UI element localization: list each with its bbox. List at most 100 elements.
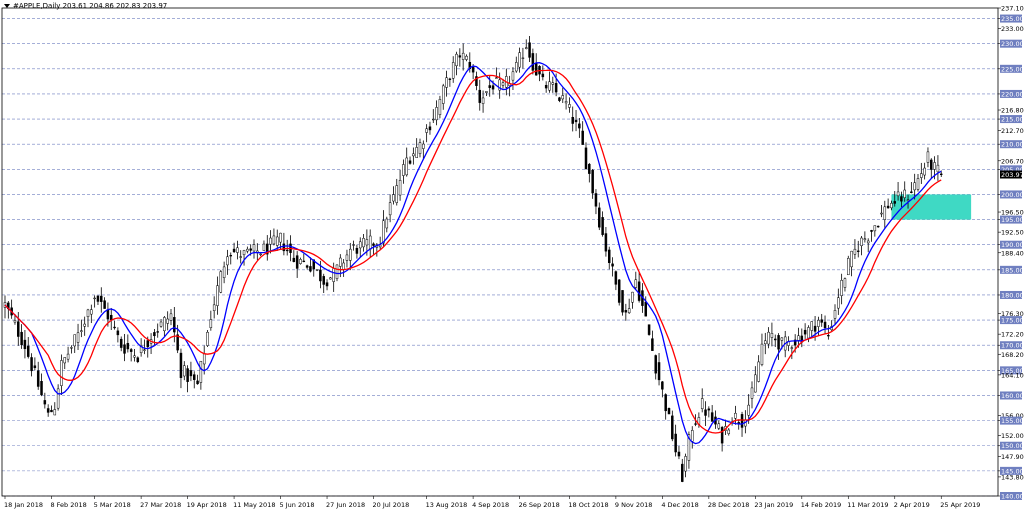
candle: [266, 235, 269, 261]
candle: [53, 402, 57, 416]
candle: [856, 240, 860, 258]
candle-body: [136, 357, 140, 363]
y-tick-label: 206.70: [1001, 157, 1024, 165]
candle: [850, 250, 853, 277]
candle-body: [309, 266, 312, 272]
candle-body: [30, 357, 33, 372]
candle: [86, 308, 90, 328]
candle-body: [803, 329, 807, 335]
candle-body: [236, 247, 239, 253]
y-tick-label: 200.00: [1001, 191, 1024, 199]
candle: [166, 311, 169, 331]
candle-body: [833, 310, 837, 319]
y-tick-label: 155.00: [1001, 417, 1024, 425]
candle-body: [740, 414, 744, 428]
candle-body: [113, 326, 116, 329]
candle: [548, 71, 551, 93]
candle: [551, 76, 555, 93]
y-tick-label: 210.00: [1001, 141, 1024, 149]
candle-body: [880, 212, 883, 215]
candle: [232, 242, 236, 254]
candle-body: [86, 309, 90, 318]
candle: [465, 54, 468, 62]
time-axis: 18 Jan 2018 8 Feb 2018 5 Mar 2018 27 Mar 20…: [4, 496, 980, 509]
candle: [262, 240, 266, 251]
candle: [631, 291, 634, 309]
candle: [561, 87, 565, 103]
candle-body: [664, 394, 667, 412]
candle-body: [76, 332, 80, 343]
candle: [684, 453, 687, 478]
candle-body: [451, 62, 455, 79]
candle-body: [920, 173, 923, 178]
candle-body: [352, 244, 355, 246]
candle-body: [624, 310, 628, 313]
candle: [395, 178, 399, 206]
candle-body: [219, 271, 223, 293]
candle-body: [448, 78, 452, 80]
candle-body: [939, 173, 943, 175]
candle-body: [36, 370, 40, 387]
candle-body: [910, 191, 913, 193]
candle-body: [269, 237, 272, 245]
candle: [119, 336, 123, 352]
candle-body: [777, 335, 780, 350]
moving-average-line-1: [4, 62, 942, 445]
y-tick-label: 147.90: [1001, 453, 1024, 461]
candle: [408, 156, 412, 165]
candle-body: [458, 55, 462, 58]
candle: [222, 261, 226, 284]
candle: [169, 309, 173, 326]
candle-body: [551, 82, 555, 85]
candle-body: [903, 189, 906, 198]
candle: [40, 373, 43, 397]
candle-body: [637, 281, 641, 301]
candle-body: [704, 409, 707, 416]
candle-body: [279, 232, 282, 243]
candle-body: [661, 381, 664, 390]
candle: [113, 320, 116, 330]
candle-body: [614, 271, 618, 285]
candle-body: [601, 217, 604, 235]
candle: [33, 357, 37, 371]
candle: [448, 77, 452, 87]
candle: [647, 324, 651, 336]
candle: [558, 96, 561, 103]
candle: [405, 147, 408, 177]
candle-body: [116, 330, 120, 336]
candle-body: [202, 353, 206, 365]
candle-body: [534, 63, 538, 76]
candle-body: [913, 182, 916, 191]
candle-body: [226, 256, 229, 266]
candle-body: [677, 451, 681, 457]
candle: [56, 384, 60, 411]
candle-body: [750, 387, 754, 399]
candle: [246, 246, 249, 254]
collapse-triangle-icon[interactable]: [4, 4, 10, 8]
candle: [578, 118, 581, 138]
candle-body: [647, 324, 651, 335]
candle-body: [405, 157, 408, 176]
candle-body: [432, 118, 435, 121]
candle-body: [850, 250, 853, 268]
candle: [677, 445, 681, 460]
y-tick-label: 216.80: [1001, 107, 1024, 115]
candle-body: [402, 164, 405, 176]
candle-body: [196, 380, 199, 385]
y-tick-label: 225.00: [1001, 65, 1024, 73]
candle: [3, 295, 7, 319]
candle-body: [860, 237, 863, 246]
candle: [398, 169, 402, 201]
candle: [478, 79, 482, 111]
candle: [823, 315, 827, 334]
candle-body: [388, 202, 392, 216]
candle: [438, 95, 442, 119]
candle: [624, 303, 628, 321]
price-chart[interactable]: 237.10 235.00 233.00 230.00 225.00 220.00 216.…: [0, 0, 1024, 512]
candle-body: [617, 279, 621, 303]
candle-body: [598, 207, 601, 228]
candle: [100, 287, 103, 313]
candle-body: [239, 256, 242, 258]
candle-body: [671, 415, 674, 440]
candle-body: [73, 334, 76, 347]
